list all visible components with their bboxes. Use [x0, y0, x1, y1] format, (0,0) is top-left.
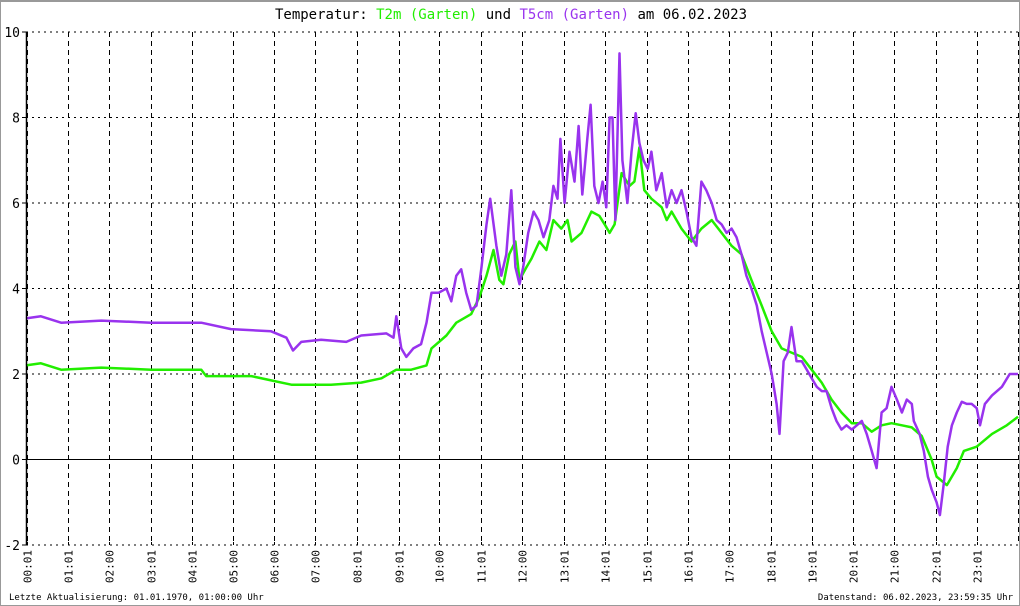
- chart-title: Temperatur: T2m (Garten) und T5cm (Garte…: [275, 7, 747, 23]
- y-tick-label: 0: [12, 454, 20, 469]
- title-suffix: am 06.02.2023: [629, 7, 747, 23]
- x-tick-label: 11:01: [476, 550, 489, 583]
- x-tick-label: 07:00: [310, 550, 323, 583]
- x-tick-label: 10:00: [434, 550, 447, 583]
- x-tick-label: 06:00: [269, 550, 282, 583]
- x-tick-label: 20:01: [848, 550, 861, 583]
- footer-last-update: Letzte Aktualisierung: 01.01.1970, 01:00…: [9, 593, 264, 603]
- x-tick-label: 02:00: [104, 550, 117, 583]
- title-series2: T5cm (Garten): [519, 7, 629, 23]
- y-tick-label: 6: [12, 197, 20, 212]
- grid: [26, 31, 1019, 546]
- x-tick-label: 13:01: [559, 550, 572, 583]
- x-tick-label: 04:01: [187, 550, 200, 583]
- x-tick-label: 22:01: [931, 550, 944, 583]
- footer-data-status: Datenstand: 06.02.2023, 23:59:35 Uhr: [818, 593, 1014, 603]
- x-tick-label: 03:01: [146, 550, 159, 583]
- x-tick-label: 18:01: [766, 550, 779, 583]
- x-tick-label: 23:01: [972, 550, 985, 583]
- x-tick-label: 08:01: [352, 550, 365, 583]
- y-tick-label: 2: [12, 368, 20, 383]
- title-prefix: Temperatur:: [275, 7, 376, 23]
- x-tick-label: 17:00: [724, 550, 737, 583]
- x-tick-label: 01:01: [63, 550, 76, 583]
- x-tick-label: 00:01: [22, 550, 35, 583]
- y-tick-label: 4: [12, 283, 20, 298]
- chart-svg: Temperatur: T2m (Garten) und T5cm (Garte…: [4, 7, 1019, 603]
- temperature-chart: Temperatur: T2m (Garten) und T5cm (Garte…: [0, 0, 1020, 606]
- title-joiner: und: [477, 7, 519, 23]
- x-tick-label: 15:01: [642, 550, 655, 583]
- x-tick-label: 19:01: [807, 550, 820, 583]
- x-tick-label: 05:00: [228, 550, 241, 583]
- y-tick-label: 10: [4, 26, 20, 41]
- title-series1: T2m (Garten): [376, 7, 477, 23]
- x-tick-label: 21:00: [889, 550, 902, 583]
- y-tick-label: -2: [4, 539, 20, 554]
- x-tick-label: 09:01: [394, 550, 407, 583]
- y-tick-label: 8: [12, 112, 20, 127]
- x-tick-label: 14:01: [600, 550, 613, 583]
- x-tick-label: 12:00: [517, 550, 530, 583]
- x-tick-label: 16:01: [683, 550, 696, 583]
